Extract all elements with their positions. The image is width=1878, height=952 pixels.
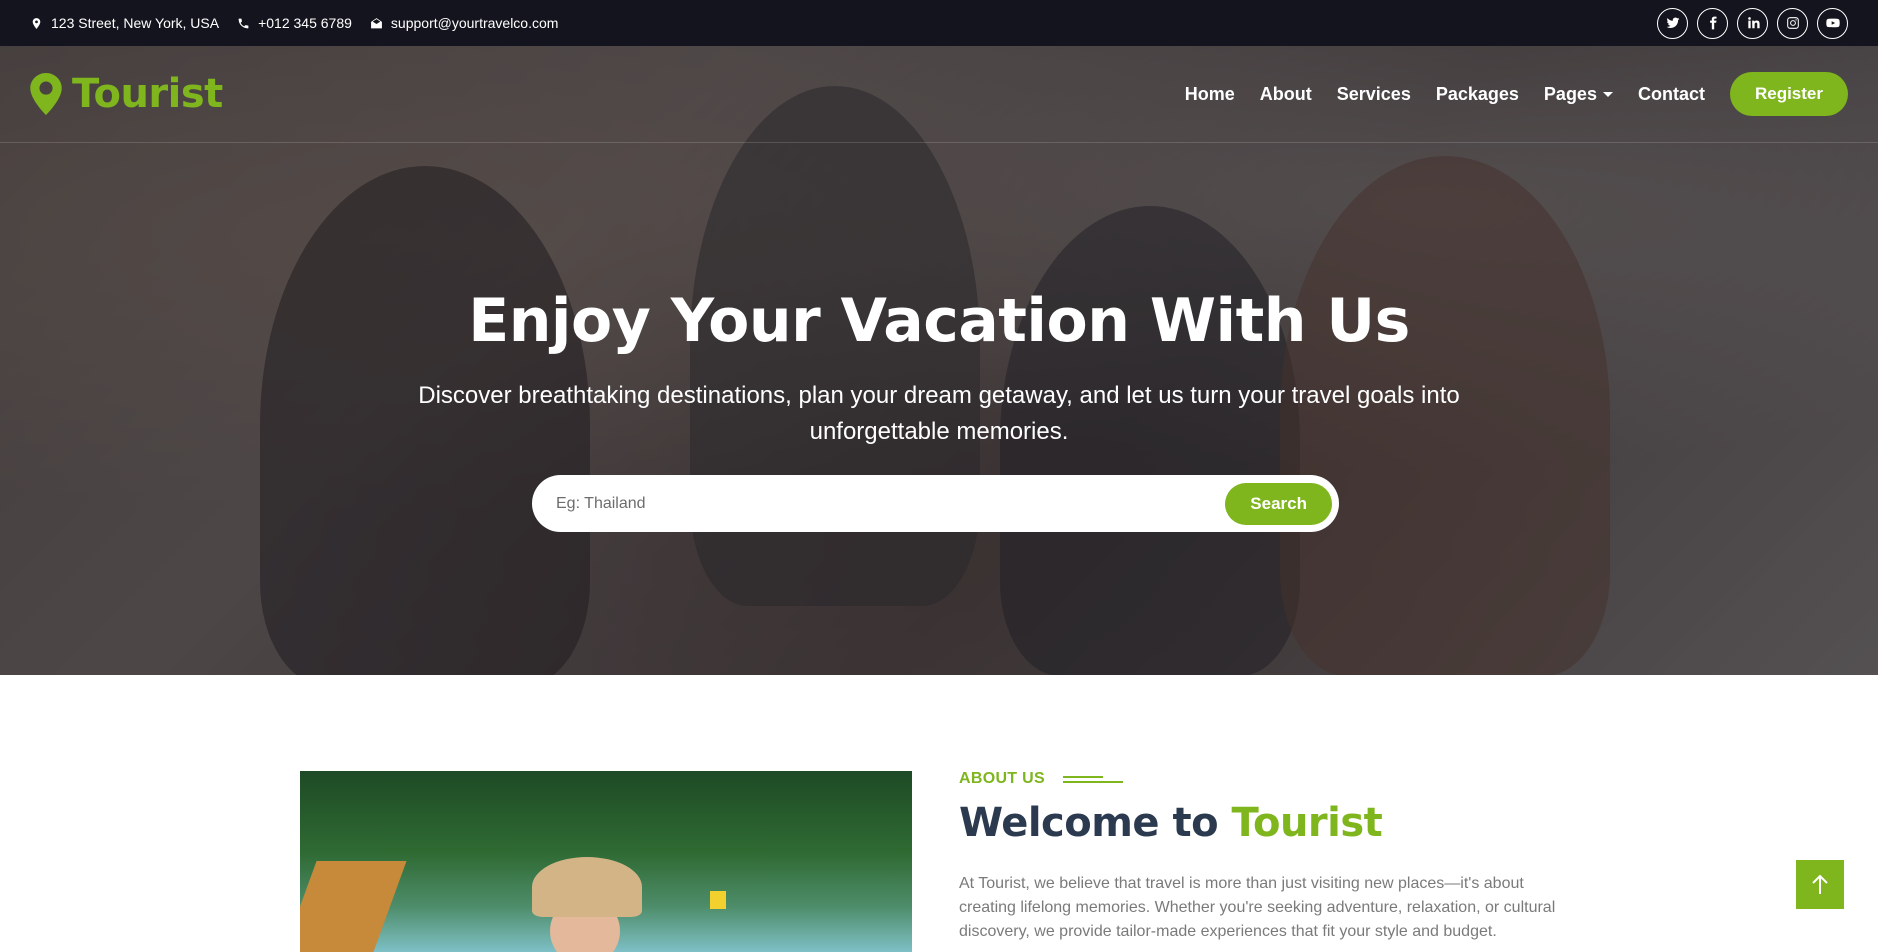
nav-contact[interactable]: Contact (1638, 84, 1705, 105)
about-paragraph: At Tourist, we believe that travel is mo… (959, 875, 1556, 940)
youtube-link[interactable] (1817, 7, 1848, 39)
hero-section: Tourist Home About Services Packages Pag… (0, 46, 1878, 675)
destination-search-input[interactable] (556, 494, 1226, 513)
envelope-open-icon (371, 17, 382, 28)
map-marker-icon (30, 73, 62, 115)
about-heading-accent: Tourist (1231, 800, 1383, 846)
brand-name: Tourist (72, 71, 223, 117)
arrow-up-icon (1812, 874, 1828, 894)
flag-shape (710, 891, 726, 909)
about-content: ABOUT US Welcome to Tourist At Tourist, … (959, 770, 1579, 944)
caret-down-icon (1602, 91, 1613, 97)
facebook-link[interactable] (1697, 7, 1728, 39)
facebook-icon (1709, 16, 1716, 30)
address-text: 123 Street, New York, USA (51, 15, 220, 31)
decorative-lines (1062, 775, 1123, 783)
nav-packages[interactable]: Packages (1436, 84, 1519, 105)
register-button[interactable]: Register (1729, 72, 1848, 116)
social-links (1657, 7, 1848, 39)
nav-pages-dropdown[interactable]: Pages (1544, 84, 1613, 105)
nav-home[interactable]: Home (1185, 84, 1235, 105)
hat-shape (532, 857, 642, 917)
email-text: support@yourtravelco.com (390, 15, 559, 31)
nav-menu: Home About Services Packages Pages Conta… (1185, 72, 1848, 116)
nav-services[interactable]: Services (1337, 84, 1411, 105)
linkedin-icon (1747, 17, 1760, 29)
map-pin-icon (32, 17, 41, 29)
about-heading: Welcome to Tourist (959, 800, 1579, 846)
section-tag: ABOUT US (959, 770, 1579, 788)
brand-logo[interactable]: Tourist (30, 71, 223, 117)
nav-pages-label: Pages (1543, 83, 1597, 104)
email-item[interactable]: support@yourtravelco.com (370, 15, 559, 31)
back-to-top-button[interactable] (1796, 860, 1844, 909)
about-heading-prefix: Welcome to (959, 800, 1219, 846)
topbar: 123 Street, New York, USA +012 345 6789 … (0, 0, 1878, 46)
contact-info: 123 Street, New York, USA +012 345 6789 … (30, 15, 558, 31)
hero-subtitle: Discover breathtaking destinations, plan… (418, 382, 1460, 445)
twitter-icon (1666, 17, 1679, 29)
boat-shape (300, 861, 407, 952)
section-tag-label: ABOUT US (959, 770, 1045, 787)
phone-text: +012 345 6789 (258, 15, 352, 31)
main-navbar: Tourist Home About Services Packages Pag… (0, 46, 1878, 143)
phone-icon (238, 18, 249, 28)
instagram-link[interactable] (1777, 7, 1808, 39)
search-button[interactable]: Search (1225, 482, 1332, 525)
instagram-icon (1786, 17, 1799, 29)
about-image (300, 771, 912, 952)
linkedin-link[interactable] (1737, 7, 1768, 39)
youtube-icon (1825, 18, 1840, 28)
phone-item[interactable]: +012 345 6789 (237, 15, 352, 31)
nav-about[interactable]: About (1260, 84, 1312, 105)
address-item: 123 Street, New York, USA (30, 15, 219, 31)
twitter-link[interactable] (1657, 7, 1688, 39)
hero-title: Enjoy Your Vacation With Us (468, 286, 1410, 356)
search-bar: Search (532, 475, 1339, 532)
